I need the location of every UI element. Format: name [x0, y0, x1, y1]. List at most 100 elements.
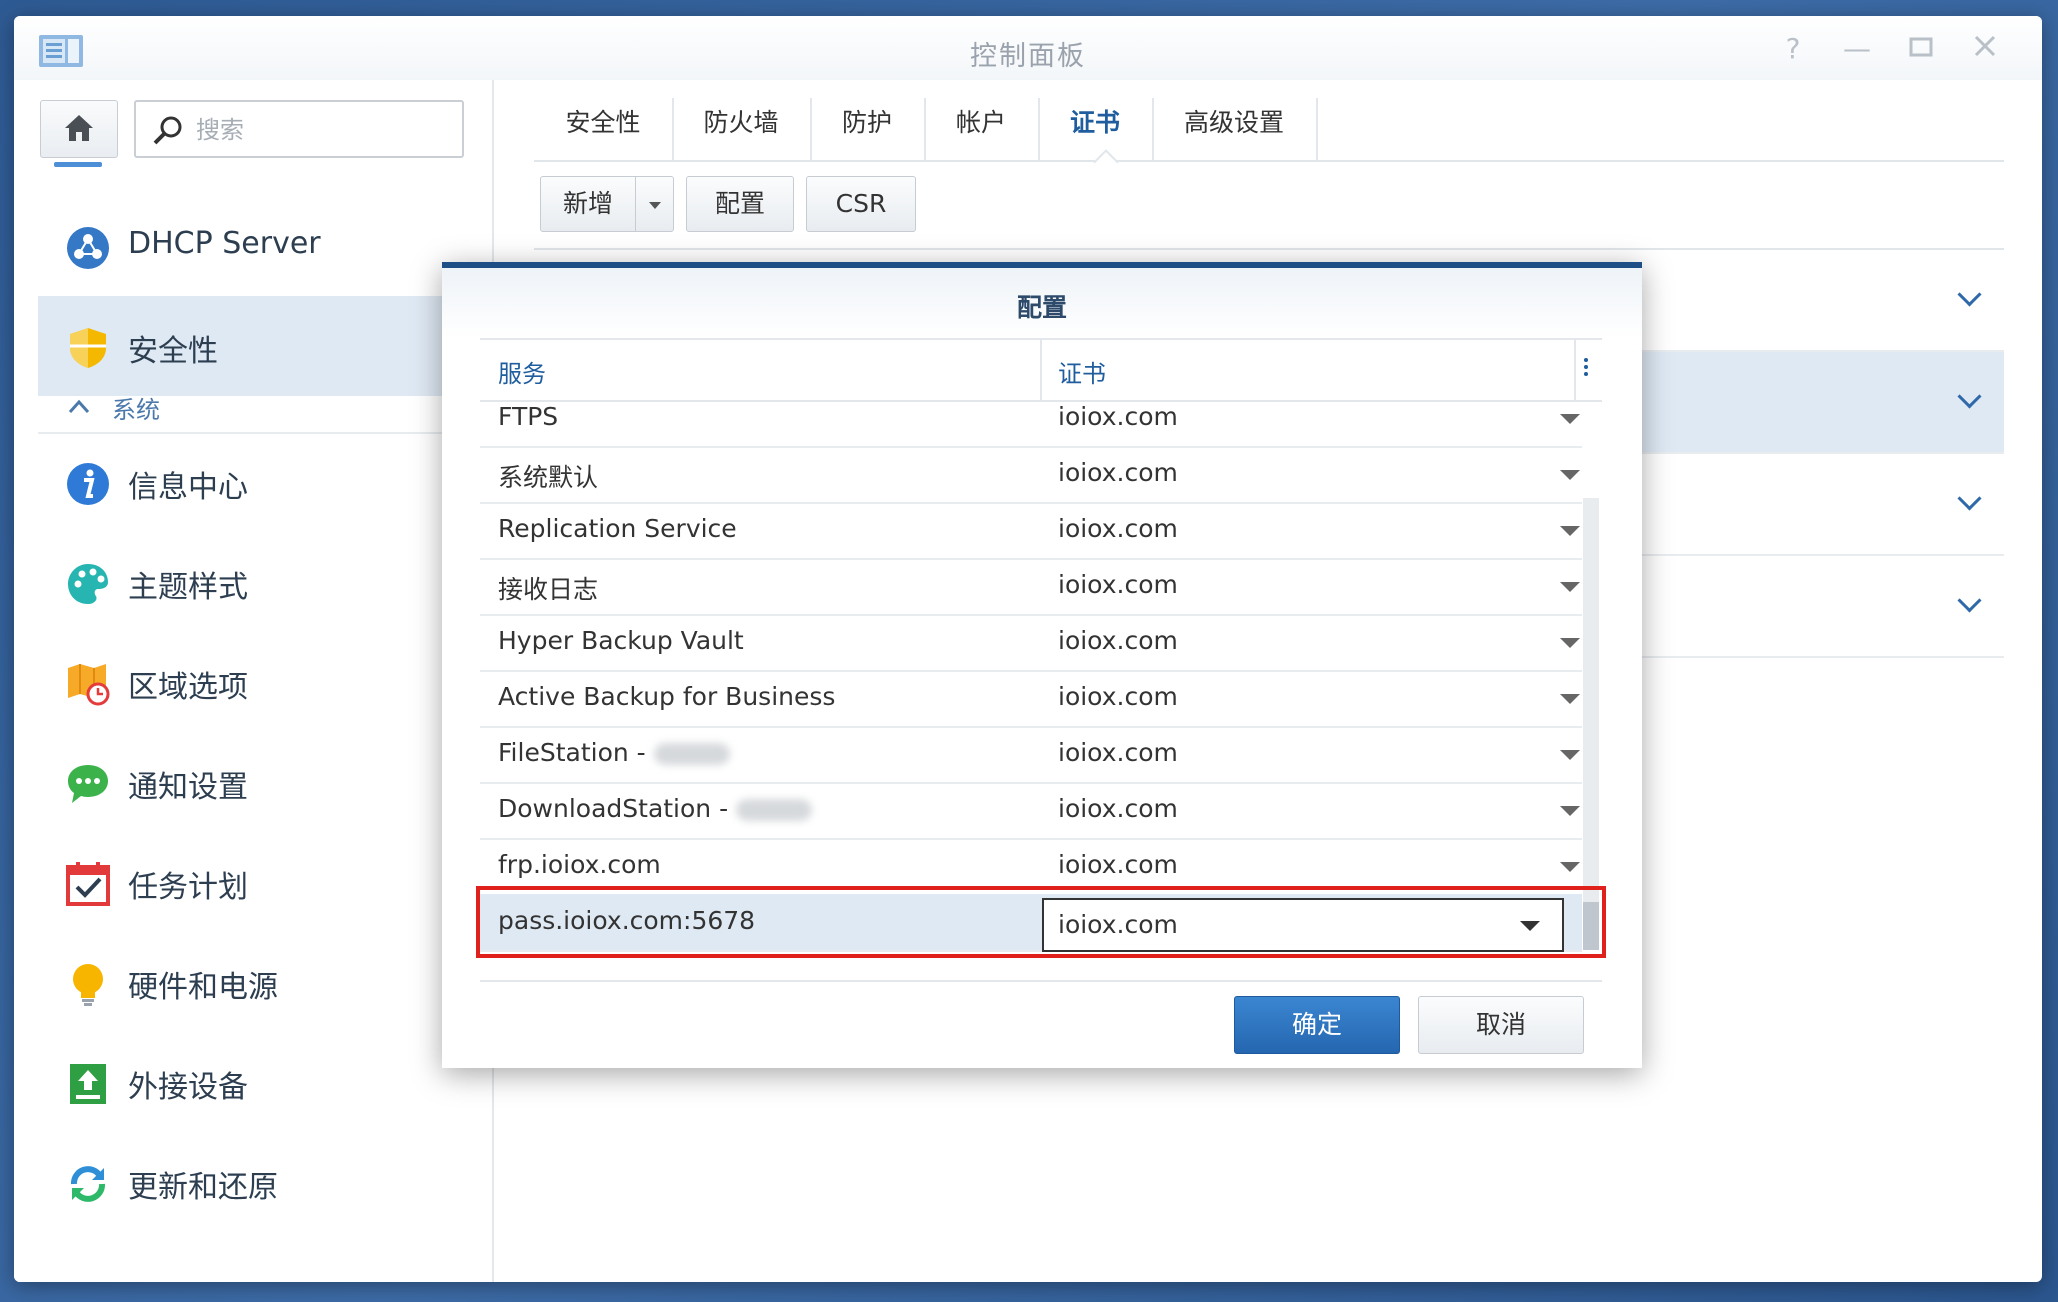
add-button-label: 新增 [562, 189, 613, 218]
sidebar-item-label: DHCP Server [128, 226, 321, 261]
certificate-value: ioiox.com [1058, 570, 1178, 599]
tab-bar-divider [534, 160, 2004, 162]
dropdown-arrow-icon[interactable] [1560, 750, 1580, 760]
service-name: FileStation - [498, 738, 646, 767]
table-row[interactable]: 系统默认 ioiox.com [480, 446, 1582, 504]
title-bar: 控制面板 ? — [14, 16, 2042, 80]
shield-icon [70, 328, 106, 368]
service-name: Replication Service [498, 514, 737, 543]
info-icon [67, 463, 109, 505]
dropdown-arrow-icon[interactable] [1560, 470, 1580, 480]
sidebar-item-label: 信息中心 [128, 470, 248, 505]
certificate-value: ioiox.com [1058, 794, 1178, 823]
add-button[interactable]: 新增 [540, 176, 674, 232]
column-divider [1040, 340, 1042, 400]
add-button-divider [635, 177, 636, 231]
tab-advanced[interactable]: 高级设置 [1152, 98, 1318, 160]
sidebar-item-label: 硬件和电源 [128, 970, 278, 1005]
sidebar-item-label: 外接设备 [128, 1070, 248, 1105]
sidebar-item-regional-options[interactable]: 区域选项 [38, 632, 492, 732]
tab-certificate[interactable]: 证书 [1038, 98, 1154, 160]
cancel-button[interactable]: 取消 [1418, 996, 1584, 1054]
sidebar-item-hardware-power[interactable]: 硬件和电源 [38, 932, 492, 1032]
upload-device-icon [70, 1064, 106, 1104]
sidebar-item-label: 区域选项 [128, 670, 248, 705]
column-header-certificate[interactable]: 证书 [1058, 354, 1106, 389]
dhcp-server-icon [67, 227, 109, 269]
sidebar-item-info-center[interactable]: 信息中心 [38, 432, 492, 532]
chevron-down-icon[interactable] [1957, 282, 1982, 307]
dropdown-arrow-icon[interactable] [1560, 862, 1580, 872]
tab-firewall[interactable]: 防火墙 [672, 98, 812, 160]
chevron-down-icon[interactable] [1957, 486, 1982, 511]
service-name: 系统默认 [498, 463, 599, 492]
tab-account[interactable]: 帐户 [924, 98, 1040, 160]
refresh-icon [71, 1166, 105, 1202]
service-name: DownloadStation - [498, 794, 729, 823]
service-name-cell: DownloadStation - [498, 794, 813, 823]
window-title: 控制面板 [970, 41, 1086, 72]
maximize-icon[interactable] [1904, 34, 1938, 64]
certificate-value: ioiox.com [1058, 402, 1178, 431]
sidebar-item-label: 主题样式 [128, 570, 248, 605]
table-row[interactable]: Hyper Backup Vault ioiox.com [480, 614, 1582, 672]
bulb-icon [73, 964, 103, 1006]
table-row[interactable]: DownloadStation - ioiox.com [480, 782, 1582, 840]
dropdown-arrow-icon[interactable] [1560, 806, 1580, 816]
column-header-service[interactable]: 服务 [498, 354, 546, 389]
dropdown-arrow-icon[interactable] [1560, 414, 1580, 424]
caret-down-icon[interactable] [649, 202, 661, 209]
table-row[interactable]: 接收日志 ioiox.com [480, 558, 1582, 616]
tab-protection[interactable]: 防护 [810, 98, 926, 160]
sidebar-item-task-scheduler[interactable]: 任务计划 [38, 832, 492, 932]
sidebar-item-label: 安全性 [128, 334, 218, 369]
certificate-value: ioiox.com [1058, 850, 1178, 879]
dropdown-arrow-icon[interactable] [1560, 638, 1580, 648]
table-row[interactable]: FTPS ioiox.com [480, 400, 1582, 448]
service-name: Active Backup for Business [498, 682, 836, 711]
chevron-up-icon [68, 399, 90, 414]
search-input[interactable] [194, 110, 448, 150]
table-scrollbar[interactable] [1583, 498, 1599, 950]
config-button[interactable]: 配置 [686, 176, 794, 232]
column-menu-icon[interactable] [1584, 358, 1588, 379]
sidebar-item-update-restore[interactable]: 更新和还原 [38, 1132, 492, 1232]
dialog-title: 配置 [1016, 293, 1067, 322]
tab-security[interactable]: 安全性 [534, 98, 674, 160]
table-row[interactable]: Active Backup for Business ioiox.com [480, 670, 1582, 728]
certificate-value: ioiox.com [1058, 626, 1178, 655]
dropdown-arrow-icon[interactable] [1560, 582, 1580, 592]
certificate-value: ioiox.com [1058, 458, 1178, 487]
sidebar-group-system[interactable]: 系统 [38, 380, 468, 434]
dropdown-arrow-icon[interactable] [1560, 694, 1580, 704]
home-button[interactable] [40, 100, 118, 158]
sidebar-item-notifications[interactable]: 通知设置 [38, 732, 492, 832]
table-row[interactable]: Replication Service ioiox.com [480, 502, 1582, 560]
csr-button[interactable]: CSR [806, 176, 916, 232]
minimize-icon[interactable]: — [1840, 34, 1874, 64]
sidebar-item-theme[interactable]: 主题样式 [38, 532, 492, 632]
dialog-footer-divider [480, 980, 1602, 982]
home-icon [65, 115, 93, 141]
service-table: FTPS ioiox.com 系统默认 ioiox.com Replicatio… [480, 400, 1602, 952]
palette-icon [68, 564, 108, 604]
table-header: 服务 证书 [480, 338, 1602, 402]
redacted-port [653, 743, 730, 765]
certificate-value: ioiox.com [1058, 682, 1178, 711]
map-clock-icon [68, 664, 110, 706]
home-indicator [54, 162, 102, 167]
help-icon[interactable]: ? [1776, 34, 1810, 64]
sidebar-item-external-devices[interactable]: 外接设备 [38, 1032, 492, 1132]
chevron-down-icon[interactable] [1957, 384, 1982, 409]
dropdown-arrow-icon[interactable] [1560, 526, 1580, 536]
close-icon[interactable] [1968, 34, 2002, 64]
sidebar-group-label: 系统 [112, 396, 160, 424]
ok-button[interactable]: 确定 [1234, 996, 1400, 1054]
search-box[interactable] [134, 100, 464, 158]
table-row[interactable]: FileStation - ioiox.com [480, 726, 1582, 784]
sidebar-item-label: 更新和还原 [128, 1170, 278, 1205]
sidebar-item-dhcp-server[interactable]: DHCP Server [38, 196, 492, 296]
service-name: FTPS [498, 402, 559, 431]
service-name: 接收日志 [498, 575, 599, 604]
chevron-down-icon[interactable] [1957, 588, 1982, 613]
